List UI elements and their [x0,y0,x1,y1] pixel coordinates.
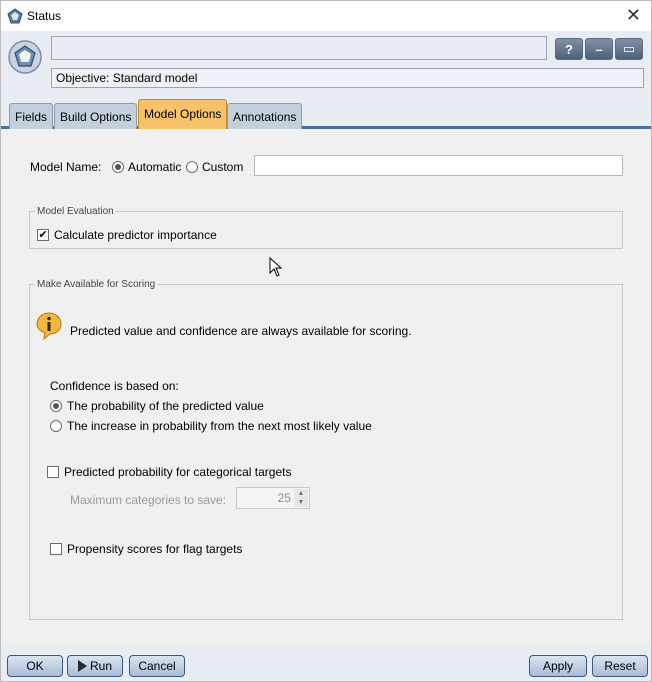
propensity-label: Propensity scores for flag targets [67,542,243,556]
tab-annotations[interactable]: Annotations [227,103,303,129]
reset-label: Reset [604,659,636,673]
status-dialog: Status ✕ ? – ▭ Objective: Standard model… [0,0,652,682]
tab-bar: Fields Build Options Model Options Annot… [1,95,651,129]
window-title: Status [27,9,62,23]
objective-label: Objective: Standard model [51,68,644,88]
automatic-label: Automatic [128,160,182,174]
max-categories-value: 25 [277,491,291,505]
cancel-button[interactable]: Cancel [129,655,185,677]
confidence-increase-label: The increase in probability from the nex… [67,419,372,433]
model-node-icon [8,40,42,74]
calculate-importance-checkbox[interactable]: ✔ [37,229,49,241]
tab-model-options[interactable]: Model Options [138,99,228,129]
spinner-arrows[interactable]: ▲ ▼ [294,489,308,507]
help-icon[interactable]: ? [555,38,583,60]
reset-button[interactable]: Reset [592,655,648,677]
tab-fields[interactable]: Fields [9,103,54,129]
app-icon [7,8,23,24]
scoring-title: Make Available for Scoring [35,279,158,290]
maximize-icon[interactable]: ▭ [615,38,643,60]
run-button[interactable]: Run [67,655,123,677]
confidence-increase-radio[interactable] [50,420,62,432]
model-name-label: Model Name: [30,160,102,174]
header-buttons: ? – ▭ [555,38,643,60]
close-icon[interactable]: ✕ [626,5,641,26]
custom-model-name-input[interactable] [254,155,623,176]
info-icon [36,312,62,340]
node-header: ? – ▭ Objective: Standard model [1,31,651,95]
model-evaluation-title: Model Evaluation [35,206,116,217]
apply-button[interactable]: Apply [529,655,587,677]
ok-button[interactable]: OK [7,655,63,677]
max-categories-spinner[interactable]: 25 ▲ ▼ [236,487,310,509]
custom-label: Custom [202,160,244,174]
model-options-panel: Model Name: Automatic Custom Model Evalu… [1,129,651,643]
mouse-cursor-icon [269,257,283,277]
play-icon [77,660,87,672]
node-name-field[interactable] [51,36,547,60]
confidence-probability-radio[interactable] [50,400,62,412]
confidence-label: Confidence is based on: [50,379,179,393]
confidence-probability-label: The probability of the predicted value [67,399,264,413]
scoring-info-text: Predicted value and confidence are alway… [70,324,412,338]
cancel-label: Cancel [138,659,176,673]
model-name-custom-radio[interactable] [186,161,198,173]
apply-label: Apply [542,659,574,673]
model-name-automatic-radio[interactable] [112,161,124,173]
predicted-probability-label: Predicted probability for categorical ta… [64,465,292,479]
tab-build-options[interactable]: Build Options [54,103,138,129]
ok-label: OK [26,659,44,673]
run-label: Run [89,659,112,673]
calculate-importance-label: Calculate predictor importance [54,228,217,242]
spinner-down-icon[interactable]: ▼ [294,498,308,507]
max-categories-label: Maximum categories to save: [70,493,227,507]
minimize-icon[interactable]: – [585,38,613,60]
title-bar: Status ✕ [1,1,651,31]
predicted-probability-checkbox[interactable] [47,466,59,478]
spinner-up-icon[interactable]: ▲ [294,489,308,498]
propensity-checkbox[interactable] [50,543,62,555]
dialog-footer: OK Run Cancel Apply Reset [1,643,651,681]
